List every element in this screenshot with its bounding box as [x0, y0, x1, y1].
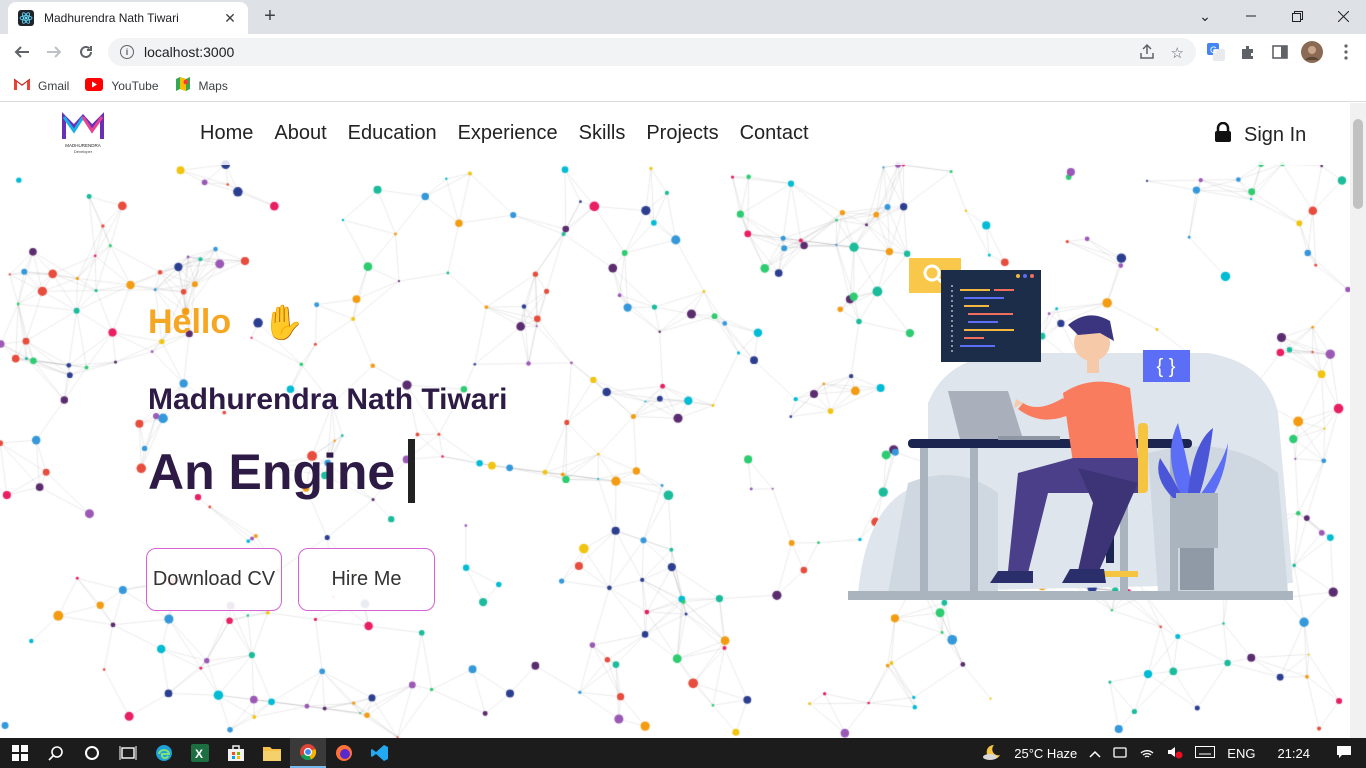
scrollbar-thumb[interactable] [1353, 119, 1363, 209]
side-panel-icon[interactable] [1269, 41, 1291, 63]
bookmark-maps[interactable]: Maps [175, 76, 228, 95]
nav-experience[interactable]: Experience [458, 122, 558, 145]
volume-muted-icon[interactable] [1167, 745, 1183, 762]
nav-contact[interactable]: Contact [740, 122, 809, 145]
clock[interactable]: 21:24 [1277, 746, 1310, 761]
typing-cursor [408, 439, 415, 503]
react-icon [18, 10, 34, 26]
bookmark-gmail[interactable]: Gmail [13, 78, 69, 93]
meet-now-icon[interactable] [1113, 745, 1127, 762]
weather-moon-icon[interactable] [982, 743, 1002, 764]
minimize-icon[interactable] [1228, 0, 1274, 32]
site-logo[interactable]: MADHURENDRA Developer [60, 111, 106, 155]
close-tab-icon[interactable]: ✕ [222, 10, 238, 27]
vscode-icon[interactable] [362, 738, 398, 768]
menu-icon[interactable] [1335, 41, 1357, 63]
bookmark-star-icon[interactable]: ☆ [1171, 44, 1184, 64]
keyboard-icon[interactable] [1195, 745, 1216, 761]
site-info-icon[interactable]: i [120, 45, 134, 59]
sign-in-button[interactable]: Sign In [1214, 121, 1307, 148]
tab-title: Madhurendra Nath Tiwari [44, 11, 179, 25]
restore-icon[interactable] [1274, 0, 1320, 32]
profile-avatar[interactable] [1301, 41, 1323, 63]
nav-projects[interactable]: Projects [646, 122, 718, 145]
file-explorer-icon[interactable] [254, 738, 290, 768]
new-tab-button[interactable]: + [258, 4, 282, 28]
language-indicator[interactable]: ENG [1227, 746, 1255, 761]
tab-strip: Madhurendra Nath Tiwari ✕ + ⌄ [0, 0, 1366, 34]
address-bar[interactable]: i localhost:3000 ☆ [108, 38, 1196, 66]
typewriter-text: An Engine [148, 444, 396, 500]
firefox-icon[interactable] [326, 738, 362, 768]
edge-icon[interactable] [146, 738, 182, 768]
main-menu: Home About Education Experience Skills P… [200, 122, 809, 145]
translate-icon[interactable]: G [1205, 41, 1227, 63]
cortana-icon[interactable] [74, 738, 110, 768]
url-text: localhost:3000 [144, 44, 235, 60]
developer-illustration: { } [848, 258, 1293, 600]
forward-icon[interactable] [38, 36, 70, 68]
full-name: Madhurendra Nath Tiwari [148, 383, 508, 416]
browser-toolbar: i localhost:3000 ☆ G [0, 34, 1366, 70]
sign-in-label: Sign In [1244, 123, 1307, 146]
maps-icon [175, 76, 191, 95]
gmail-icon [13, 78, 31, 93]
logo-subtext: Developer [74, 149, 93, 154]
close-window-icon[interactable] [1320, 0, 1366, 32]
bookmark-youtube[interactable]: YouTube [85, 77, 159, 94]
search-icon[interactable] [38, 738, 74, 768]
chevron-up-icon[interactable] [1089, 746, 1101, 761]
back-icon[interactable] [6, 36, 38, 68]
bookmarks-bar: Gmail YouTube Maps [0, 70, 1366, 102]
notifications-icon[interactable] [1336, 745, 1352, 762]
system-tray: 25°C Haze ENG 21:24 [982, 738, 1366, 768]
reload-icon[interactable] [70, 36, 102, 68]
windows-taskbar: X 25°C Haze ENG 21:24 [0, 738, 1366, 768]
nav-skills[interactable]: Skills [579, 122, 626, 145]
excel-icon[interactable]: X [182, 738, 218, 768]
browser-tab[interactable]: Madhurendra Nath Tiwari ✕ [8, 2, 248, 34]
download-cv-button[interactable]: Download CV [146, 548, 282, 611]
weather-text[interactable]: 25°C Haze [1014, 746, 1077, 761]
nav-education[interactable]: Education [348, 122, 437, 145]
waving-hand-icon: ✋ [262, 304, 305, 342]
logo-text: MADHURENDRA [65, 143, 101, 148]
store-icon[interactable] [218, 738, 254, 768]
windows-start-icon[interactable] [2, 738, 38, 768]
hire-me-button[interactable]: Hire Me [298, 548, 435, 611]
chrome-icon[interactable] [290, 738, 326, 768]
extensions-icon[interactable] [1237, 41, 1259, 63]
youtube-icon [85, 77, 104, 94]
share-icon[interactable] [1139, 43, 1155, 64]
nav-about[interactable]: About [274, 122, 326, 145]
braces-icon: { } [1157, 356, 1176, 378]
svg-text:X: X [195, 747, 203, 761]
nav-home[interactable]: Home [200, 122, 253, 145]
lock-icon [1214, 121, 1232, 148]
page-scrollbar[interactable] [1350, 103, 1366, 738]
task-view-icon[interactable] [110, 738, 146, 768]
svg-text:G: G [1210, 45, 1217, 55]
site-navbar: MADHURENDRA Developer Home About Educati… [0, 103, 1350, 165]
tab-search-icon[interactable]: ⌄ [1182, 0, 1228, 32]
hello-heading: Hello [148, 303, 232, 341]
wifi-icon[interactable] [1139, 745, 1155, 762]
page-content: MADHURENDRA Developer Home About Educati… [0, 103, 1350, 738]
